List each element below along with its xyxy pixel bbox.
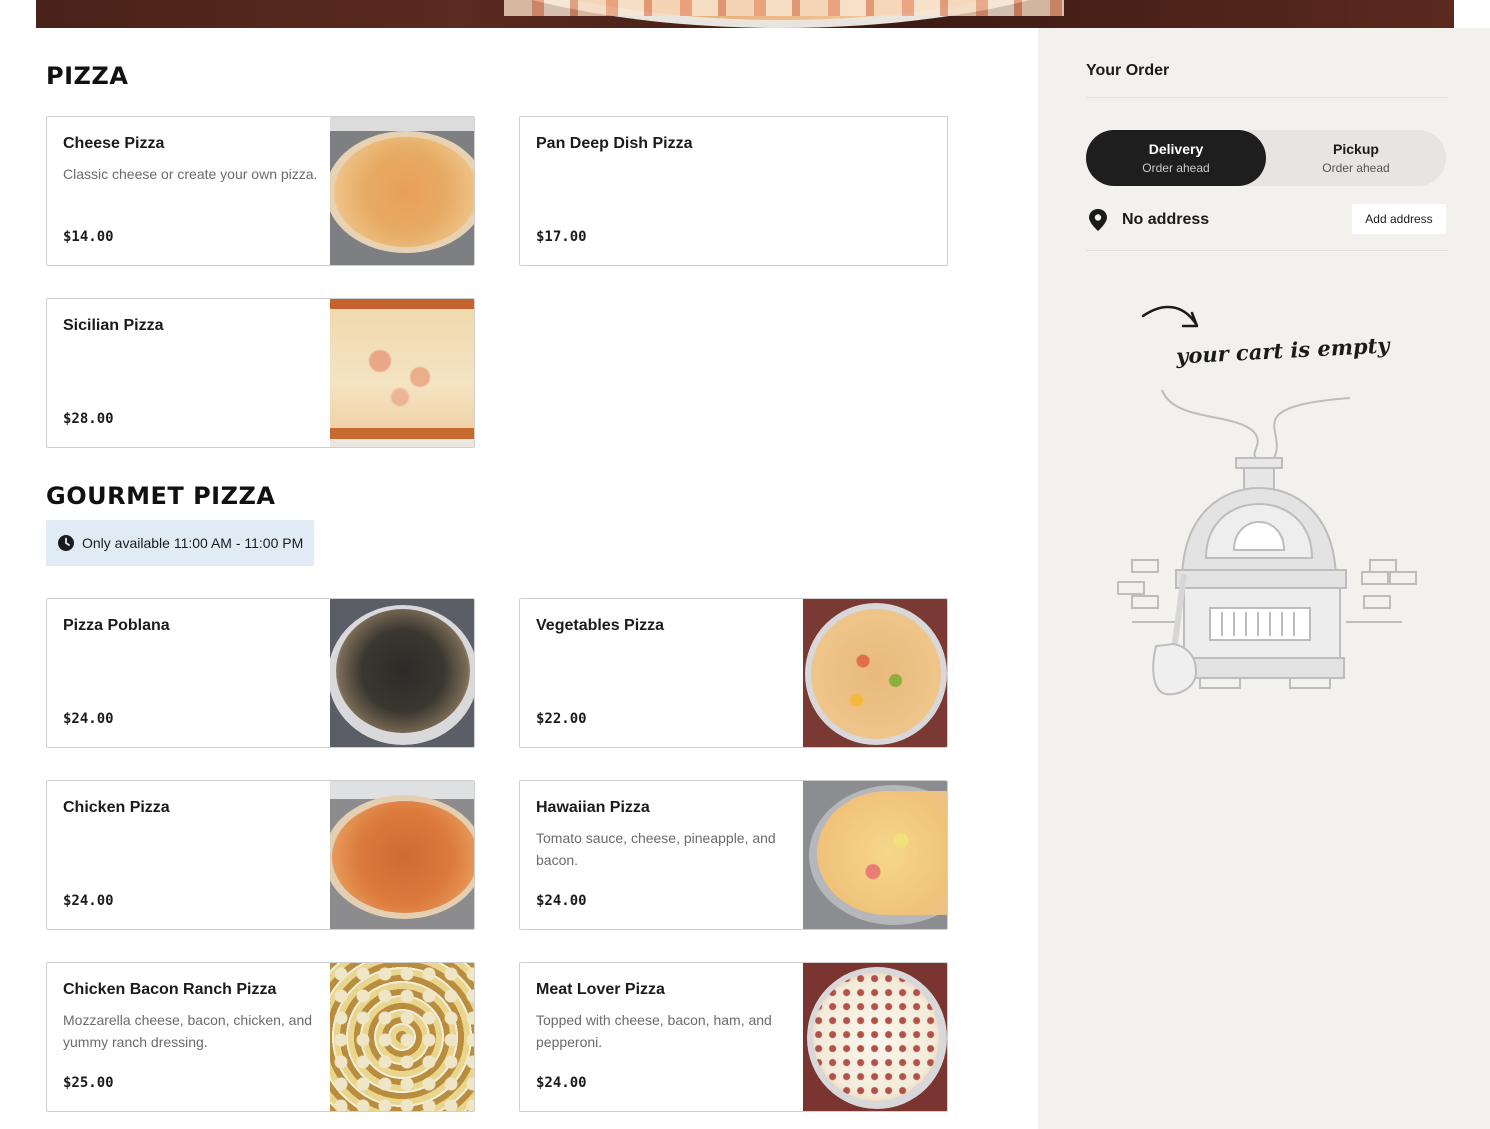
map-pin-icon [1089,209,1107,231]
item-name: Vegetables Pizza [536,617,665,634]
delivery-sublabel: Order ahead [1142,161,1210,175]
item-price: $24.00 [63,893,114,909]
address-row: No address Add address [1086,204,1446,238]
item-description: Tomato sauce, cheese, pineapple, and bac… [536,830,776,868]
fulfillment-toggle: Delivery Order ahead Pickup Order ahead [1086,130,1446,186]
divider [1086,250,1448,251]
item-price: $28.00 [63,411,114,427]
item-photo [803,781,947,929]
item-price: $14.00 [63,229,114,245]
menu-item-card[interactable]: Pizza Poblana $24.00 [46,598,475,748]
item-name: Chicken Bacon Ranch Pizza [63,981,277,998]
item-name: Pizza Poblana [63,617,170,634]
item-price: $24.00 [536,1075,587,1091]
pizza-oven-icon [1117,389,1417,696]
item-name: Pan Deep Dish Pizza [536,135,693,152]
curved-arrow-icon [1141,305,1199,328]
menu-item-card[interactable]: Chicken Bacon Ranch Pizza Mozzarella che… [46,962,475,1112]
menu-item-card[interactable]: Meat Lover Pizza Topped with cheese, bac… [519,962,948,1112]
hero-banner-image [36,0,1454,28]
item-photo [330,117,474,265]
item-photo [330,781,474,929]
pickup-sublabel: Order ahead [1322,161,1390,175]
item-name: Sicilian Pizza [63,317,164,334]
item-photo [330,963,474,1111]
item-name: Meat Lover Pizza [536,981,665,998]
delivery-label: Delivery [1148,141,1204,157]
item-name: Hawaiian Pizza [536,799,650,816]
menu-item-card[interactable]: Pan Deep Dish Pizza $17.00 [519,116,948,266]
pickup-label: Pickup [1333,141,1379,157]
item-photo [330,599,474,747]
item-price: $17.00 [536,229,587,245]
item-price: $24.00 [536,893,587,909]
menu-item-card[interactable]: Sicilian Pizza $28.00 [46,298,475,448]
menu-item-card[interactable]: Cheese Pizza Classic cheese or create yo… [46,116,475,266]
item-photo [803,963,947,1111]
pickup-option[interactable]: Pickup Order ahead [1266,130,1446,186]
menu-item-card[interactable]: Hawaiian Pizza Tomato sauce, cheese, pin… [519,780,948,930]
section-title-pizza: PIZZA [46,62,129,90]
item-price: $24.00 [63,711,114,727]
order-sidebar: Your Order Delivery Order ahead Pickup O… [1038,28,1490,1129]
item-photo [803,599,947,747]
address-text: No address [1122,211,1210,228]
divider [1086,97,1448,98]
availability-text: Only available 11:00 AM - 11:00 PM [82,535,304,551]
item-price: $25.00 [63,1075,114,1091]
item-description: Topped with cheese, bacon, ham, and pepp… [536,1012,772,1050]
item-name: Cheese Pizza [63,135,165,152]
item-price: $22.00 [536,711,587,727]
order-title: Your Order [1086,62,1170,79]
availability-badge: Only available 11:00 AM - 11:00 PM [46,520,314,566]
item-description: Classic cheese or create your own pizza. [63,166,318,182]
clock-icon [58,535,74,551]
delivery-option[interactable]: Delivery Order ahead [1086,130,1266,186]
item-name: Chicken Pizza [63,799,170,816]
item-description: Mozzarella cheese, bacon, chicken, and y… [63,1012,313,1050]
menu-item-card[interactable]: Vegetables Pizza $22.00 [519,598,948,748]
section-title-gourmet-pizza: GOURMET PIZZA [46,482,276,510]
menu-item-card[interactable]: Chicken Pizza $24.00 [46,780,475,930]
add-address-button[interactable]: Add address [1352,204,1446,234]
item-photo [330,299,474,447]
